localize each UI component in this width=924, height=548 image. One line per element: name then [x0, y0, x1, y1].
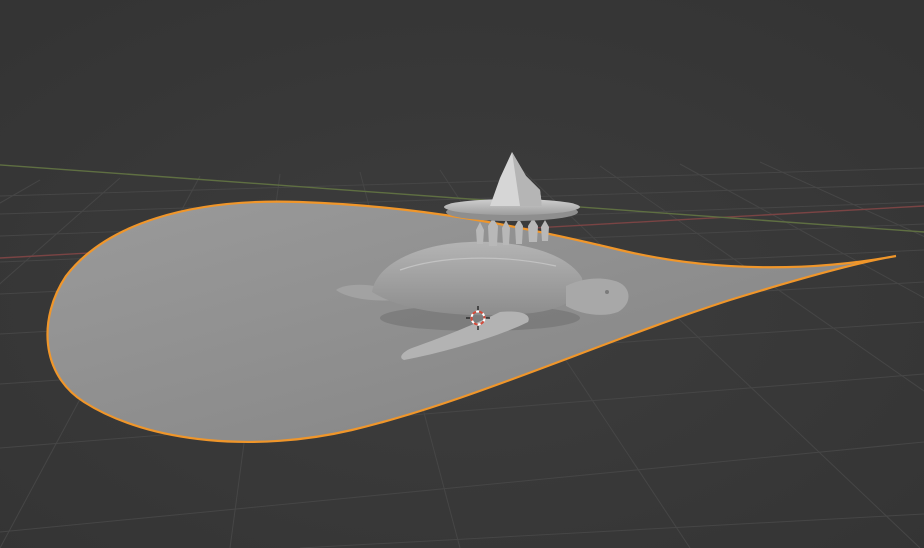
turtle-eye [605, 290, 609, 294]
turtle-head [566, 278, 629, 315]
viewport-canvas[interactable] [0, 0, 924, 548]
3d-viewport[interactable] [0, 0, 924, 548]
